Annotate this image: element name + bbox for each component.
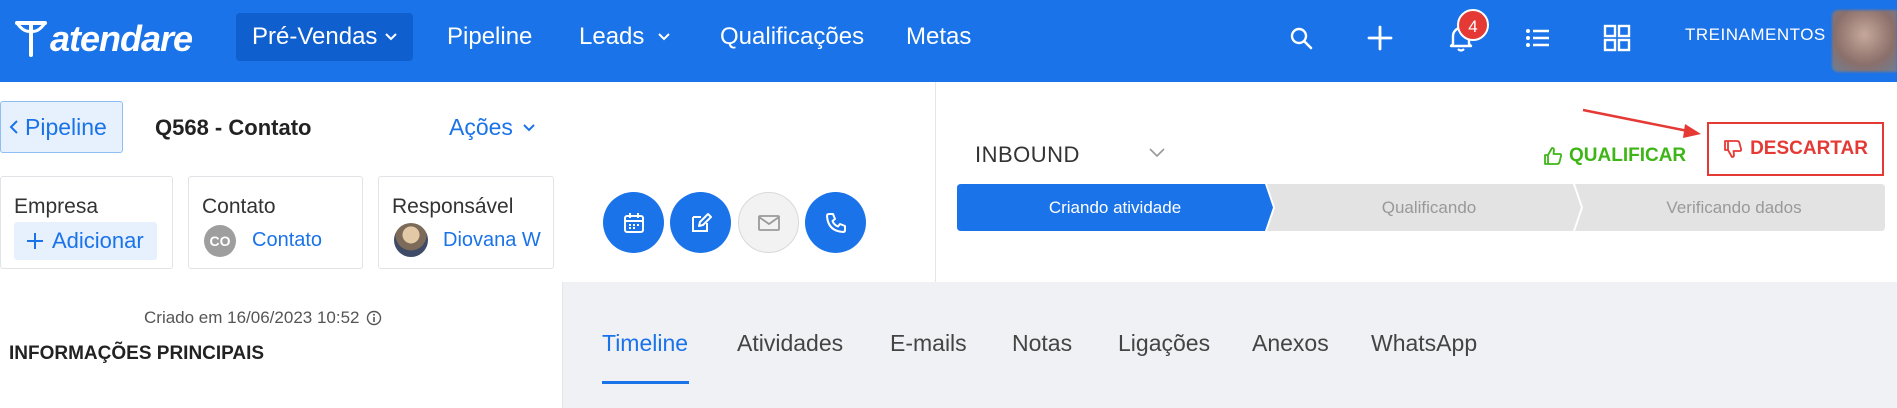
- actions-label: Ações: [449, 114, 513, 140]
- nav-label: Pré-Vendas: [252, 23, 378, 50]
- contato-label: Contato: [202, 195, 276, 218]
- contact-avatar: CO: [204, 225, 236, 257]
- phone-icon: [825, 212, 846, 233]
- tab-anexos[interactable]: Anexos: [1252, 330, 1329, 357]
- actions-dropdown[interactable]: Ações: [449, 114, 535, 141]
- chevron-down-icon[interactable]: [1149, 148, 1165, 158]
- thumbs-up-icon: [1544, 147, 1563, 165]
- stage-verificando-dados[interactable]: Verificando dados: [1583, 184, 1885, 231]
- nav-label: Leads: [579, 23, 645, 50]
- call-button[interactable]: [805, 192, 866, 253]
- add-button[interactable]: [1362, 20, 1398, 56]
- active-tab-indicator: [602, 381, 689, 384]
- source-select[interactable]: INBOUND: [975, 142, 1080, 168]
- calendar-icon: [623, 212, 644, 233]
- search-button[interactable]: [1283, 20, 1319, 56]
- thumbs-down-icon: [1724, 140, 1743, 158]
- chevron-down-icon: [523, 123, 535, 131]
- brand-name: atendare: [50, 18, 193, 59]
- contato-link[interactable]: Contato: [252, 229, 322, 252]
- responsavel-card: Responsável Diovana W: [378, 176, 554, 269]
- top-navbar: atendare Pré-Vendas Pipeline Leads Quali…: [0, 0, 1897, 82]
- schedule-activity-button[interactable]: [603, 192, 664, 253]
- created-text: Criado em 16/06/2023 10:52: [144, 308, 360, 327]
- created-date: Criado em 16/06/2023 10:52: [144, 308, 382, 328]
- nav-pre-vendas[interactable]: Pré-Vendas: [236, 13, 414, 61]
- nav-metas[interactable]: Metas: [906, 13, 971, 61]
- tab-atividades[interactable]: Atividades: [737, 330, 843, 357]
- edit-icon: [691, 212, 712, 232]
- nav-label: Pipeline: [447, 23, 533, 50]
- stage-qualificando[interactable]: Qualificando: [1275, 184, 1583, 231]
- add-label: Adicionar: [52, 228, 144, 253]
- logo-mark-icon: [15, 21, 47, 57]
- discard-button[interactable]: DESCARTAR: [1707, 122, 1884, 176]
- tab-emails[interactable]: E-mails: [890, 330, 967, 357]
- back-to-pipeline-button[interactable]: Pipeline: [0, 101, 123, 153]
- apps-button[interactable]: [1599, 20, 1635, 56]
- stage-criando-atividade[interactable]: Criando atividade: [957, 184, 1273, 231]
- user-menu-label[interactable]: TREINAMENTOS: [1685, 25, 1826, 45]
- edit-button[interactable]: [670, 192, 731, 253]
- empresa-card: Empresa Adicionar: [0, 176, 173, 269]
- responsavel-label: Responsável: [392, 195, 514, 218]
- plus-icon: [27, 233, 43, 249]
- search-icon: [1290, 27, 1313, 50]
- responsavel-avatar: [394, 223, 428, 257]
- brand-logo[interactable]: atendare: [14, 14, 193, 64]
- tab-ligacoes[interactable]: Ligações: [1118, 330, 1210, 357]
- responsavel-link[interactable]: Diovana W: [443, 229, 541, 252]
- annotation-arrow: [1582, 108, 1701, 138]
- nav-label: Qualificações: [720, 23, 865, 50]
- empresa-label: Empresa: [14, 195, 99, 218]
- chevron-left-icon: [9, 120, 18, 134]
- back-label: Pipeline: [25, 113, 107, 140]
- mail-icon: [757, 214, 780, 231]
- contato-card: Contato CO Contato: [188, 176, 363, 269]
- notification-badge: 4: [1457, 9, 1489, 41]
- qualify-button[interactable]: QUALIFICAR: [1543, 145, 1686, 167]
- tab-timeline[interactable]: Timeline: [602, 330, 688, 357]
- tab-whatsapp[interactable]: WhatsApp: [1371, 330, 1477, 357]
- nav-qualificacoes[interactable]: Qualificações: [720, 13, 864, 61]
- nav-label: Metas: [906, 23, 972, 50]
- plus-icon: [1367, 25, 1393, 51]
- section-title: INFORMAÇÕES PRINCIPAIS: [9, 343, 265, 364]
- chevron-down-icon: [385, 33, 398, 41]
- deal-title: Q568 - Contato: [155, 115, 312, 140]
- pipeline-header: [935, 82, 1897, 282]
- nav-leads[interactable]: Leads: [579, 13, 671, 61]
- info-icon[interactable]: [366, 310, 382, 326]
- discard-label: DESCARTAR: [1750, 138, 1868, 159]
- nav-pipeline[interactable]: Pipeline: [447, 13, 532, 61]
- add-empresa-button[interactable]: Adicionar: [14, 222, 157, 260]
- chevron-down-icon: [658, 33, 671, 41]
- user-avatar[interactable]: [1832, 10, 1897, 72]
- grid-icon: [1603, 24, 1631, 52]
- qualify-label: QUALIFICAR: [1569, 145, 1687, 166]
- list-icon: [1526, 29, 1549, 47]
- email-button[interactable]: [738, 192, 799, 253]
- list-button[interactable]: [1520, 20, 1556, 56]
- tab-notas[interactable]: Notas: [1012, 330, 1072, 357]
